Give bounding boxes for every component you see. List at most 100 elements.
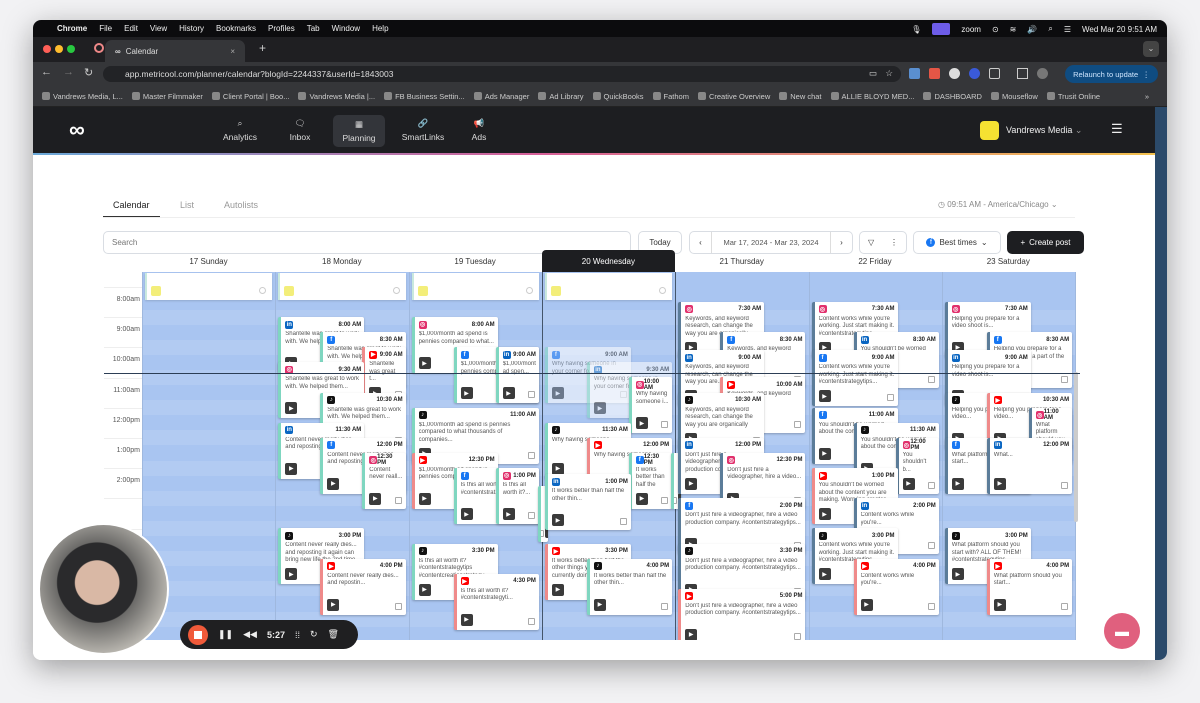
webcam-bubble[interactable] (38, 523, 169, 655)
day-header[interactable]: 18 Monday (275, 250, 408, 272)
all-day-slot[interactable] (411, 273, 539, 300)
post-card[interactable]: ◎ 1:00 PM Is this all worth it?... ▶ (495, 468, 539, 524)
bookmark-star-icon[interactable]: ☆ (885, 68, 893, 79)
pause-icon[interactable]: ❚❚ (218, 629, 233, 640)
post-card[interactable]: in 9:00 AM $1,000/month ad spen... ▶ (495, 347, 539, 404)
extension-icon[interactable] (969, 68, 980, 79)
bookmark-item[interactable]: Client Portal | Boo... (211, 92, 289, 101)
bookmark-item[interactable]: New chat (779, 92, 822, 101)
tab-autolists[interactable]: Autolists (224, 200, 258, 210)
side-panel-icon[interactable] (1017, 68, 1028, 79)
search-icon[interactable]: ⌕ (1048, 24, 1052, 34)
bookmark-item[interactable]: Trusit Online (1046, 92, 1100, 101)
forward-icon[interactable]: → (63, 66, 74, 78)
reload-icon[interactable]: ↻ (84, 66, 93, 79)
extensions-puzzle-icon[interactable] (989, 68, 1000, 79)
bookmark-item[interactable]: Mouseflow (990, 92, 1038, 101)
all-day-slot[interactable] (544, 273, 673, 300)
stop-recording-button[interactable] (188, 624, 208, 645)
bookmarks-overflow-button[interactable]: » (1145, 92, 1149, 101)
post-card[interactable]: ◎ 10:00 AM Why having someone i... ▶ (628, 377, 673, 434)
back-icon[interactable]: ← (41, 66, 52, 78)
hamburger-menu-icon[interactable]: ☰ (1111, 121, 1123, 137)
bookmark-item[interactable]: Ads Manager (473, 92, 529, 101)
menu-help[interactable]: Help (372, 24, 388, 33)
clock[interactable]: Wed Mar 20 9:51 AM (1082, 25, 1157, 34)
more-options-icon[interactable]: ⋮ (890, 238, 898, 247)
close-window-button[interactable] (43, 45, 51, 53)
extension-icon[interactable] (909, 68, 920, 79)
bookmark-item[interactable]: Ad Library (538, 92, 584, 101)
rewind-icon[interactable]: ◀◀ (243, 629, 257, 640)
post-card[interactable]: ▶ 4:00 PM Content works while you're... ▶ (853, 558, 939, 615)
bookmark-item[interactable]: Vandrews Media, L... (42, 92, 123, 101)
bookmark-item[interactable]: DASHBOARD (923, 92, 982, 101)
menu-tab[interactable]: Tab (307, 24, 320, 33)
menu-profiles[interactable]: Profiles (268, 24, 295, 33)
post-card[interactable]: ♪ 4:00 PM It works better than half the ot… (586, 558, 673, 615)
menu-window[interactable]: Window (332, 24, 360, 33)
post-card[interactable]: ▶ 4:30 PM Is this all worth it? #contentst… (453, 573, 539, 630)
menu-edit[interactable]: Edit (124, 24, 138, 33)
bookmark-item[interactable]: Creative Overview (697, 92, 770, 101)
nav-inbox[interactable]: 🗨 Inbox (274, 107, 326, 153)
day-header[interactable]: 19 Tuesday (409, 250, 542, 272)
post-card[interactable]: ▶ 5:00 PM Don't just hire a videographer, … (678, 588, 806, 640)
account-switcher[interactable]: Vandrews Media ⌄ (1006, 125, 1082, 136)
post-card[interactable]: ▶ 4:00 PM Content never really dies... and… (320, 558, 406, 615)
profile-icon[interactable] (1037, 68, 1048, 79)
day-header[interactable]: 17 Sunday (142, 250, 275, 272)
timezone-selector[interactable]: ◷ 09:51 AM - America/Chicago ⌄ (938, 200, 1058, 209)
post-card[interactable]: ▶ 4:00 PM What platform should you start..… (986, 558, 1073, 615)
trash-icon[interactable]: 🗑 (328, 629, 339, 640)
tab-calendar-view[interactable]: Calendar (113, 200, 150, 210)
bookmark-item[interactable]: Vandrews Media |... (298, 92, 375, 101)
cast-icon[interactable]: ▭ (869, 68, 877, 79)
grid-icon[interactable]: ⁞⁞ (295, 630, 300, 640)
mic-icon[interactable]: 🎙 (911, 25, 921, 34)
zoom-status[interactable]: zoom (961, 25, 981, 34)
menu-chrome[interactable]: Chrome (57, 24, 87, 33)
relaunch-button[interactable]: Relaunch to update ⋮ (1065, 65, 1158, 83)
tab-search-chevron-icon[interactable]: ⌄ (1143, 41, 1159, 57)
all-day-slot[interactable] (278, 273, 406, 300)
bookmark-item[interactable]: Fathom (652, 92, 689, 101)
restart-icon[interactable]: ↻ (310, 629, 318, 640)
close-tab-icon[interactable]: × (230, 47, 235, 56)
volume-icon[interactable]: 🔊 (1027, 25, 1037, 34)
control-center-icon[interactable]: ☰ (1064, 25, 1071, 34)
day-header[interactable]: 21 Thursday (675, 250, 808, 272)
menu-view[interactable]: View (150, 24, 167, 33)
bookmark-item[interactable]: ALLIE BLOYD MED... (830, 92, 914, 101)
bookmark-item[interactable]: QuickBooks (592, 92, 644, 101)
nav-ads[interactable]: 📢 Ads (453, 107, 505, 153)
account-avatar[interactable] (980, 121, 999, 140)
day-header[interactable]: 22 Friday (809, 250, 942, 272)
menu-file[interactable]: File (99, 24, 112, 33)
tab-calendar[interactable]: ∞ Calendar × (105, 40, 245, 62)
post-card[interactable]: f 9:00 AM Content works while you're worki… (811, 350, 898, 407)
extension-icon[interactable] (949, 68, 960, 79)
minimize-window-button[interactable] (55, 45, 63, 53)
post-card[interactable]: in 12:00 PM What... ▶ (986, 437, 1073, 494)
post-card[interactable]: f12:30 PMIt works better than half the o… (628, 452, 673, 509)
menu-bookmarks[interactable]: Bookmarks (216, 24, 256, 33)
extension-icon[interactable] (929, 68, 940, 79)
bookmark-item[interactable]: FB Business Settin... (384, 92, 465, 101)
screen-share-icon[interactable] (932, 23, 951, 35)
post-card[interactable]: ◎ 12:00 PM You shouldn't b... ▶ (895, 437, 939, 494)
post-card[interactable]: in 1:00 PM It works better than half the o… (544, 474, 631, 531)
day-header[interactable]: 23 Saturday (942, 250, 1075, 272)
chat-support-button[interactable]: ▬ (1104, 613, 1140, 649)
grid-scrollbar[interactable] (1074, 372, 1078, 522)
play-icon[interactable]: ⊙ (992, 25, 999, 34)
day-header[interactable]: 20 Wednesday (541, 250, 675, 272)
wifi-icon[interactable]: ≋ (1010, 25, 1017, 34)
all-day-slot[interactable] (145, 273, 273, 300)
tab-list-view[interactable]: List (180, 200, 194, 210)
bookmark-item[interactable]: Master Filmmaker (131, 92, 203, 101)
menu-history[interactable]: History (179, 24, 204, 33)
recording-tab-icon[interactable] (94, 43, 104, 53)
maximize-window-button[interactable] (67, 45, 75, 53)
filter-icon[interactable]: ▽ (868, 238, 874, 247)
